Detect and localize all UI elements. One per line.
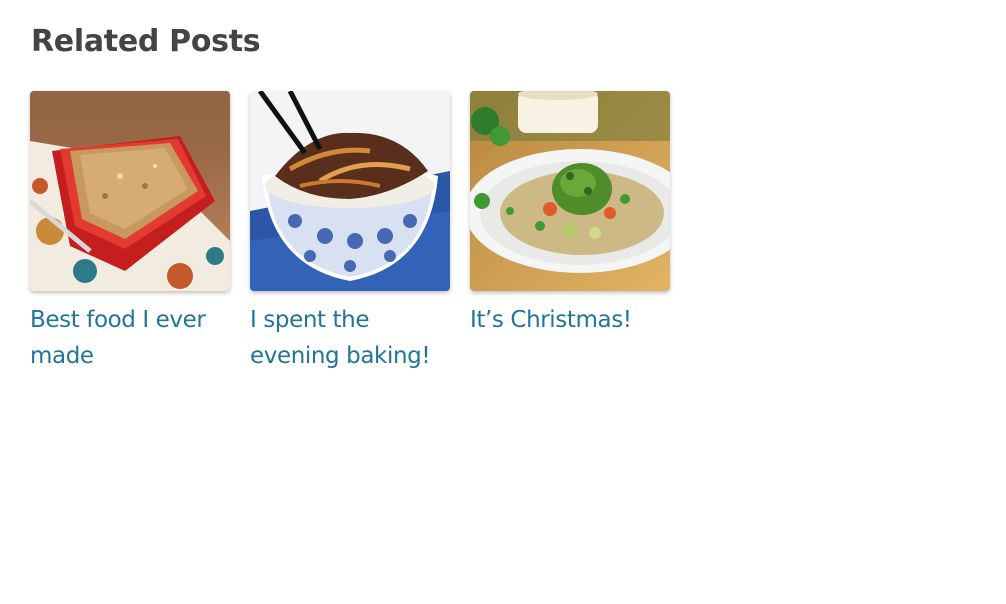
related-post-title[interactable]: I spent the evening baking!	[250, 302, 450, 374]
beef-rice-bowl-image[interactable]	[250, 91, 450, 291]
related-post-card[interactable]: Best food I ever made	[30, 91, 230, 374]
related-post-title[interactable]: It’s Christmas!	[470, 302, 670, 338]
taco-plate-image[interactable]	[470, 91, 670, 291]
baked-crumble-dish-image[interactable]	[30, 91, 230, 291]
related-posts-section: Related Posts	[31, 22, 261, 62]
related-posts-grid: Best food I ever made I spent the evenin…	[30, 91, 670, 374]
related-post-title[interactable]: Best food I ever made	[30, 302, 230, 374]
related-post-card[interactable]: I spent the evening baking!	[250, 91, 450, 374]
related-post-card[interactable]: It’s Christmas!	[470, 91, 670, 374]
related-posts-heading: Related Posts	[31, 24, 261, 59]
